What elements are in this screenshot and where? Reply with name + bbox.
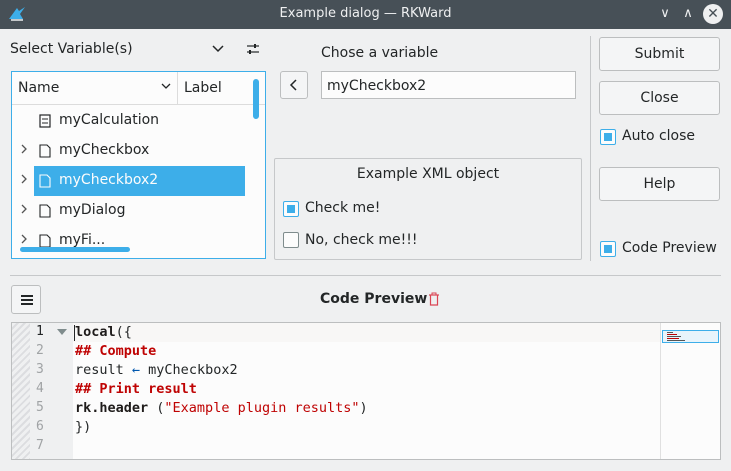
line-number: 3	[36, 362, 44, 377]
chose-variable-label: Chose a variable	[321, 45, 439, 61]
vertical-scrollbar[interactable]	[253, 79, 259, 119]
variable-tree[interactable]: Name Label myCalculation myCheckbox myCh…	[11, 71, 266, 259]
close-window-icon[interactable]: ✕	[703, 4, 723, 24]
line-number: 2	[36, 343, 44, 358]
help-button[interactable]: Help	[599, 167, 720, 201]
expand-arrow-icon[interactable]	[20, 233, 28, 248]
filter-settings-icon[interactable]	[245, 41, 261, 57]
code-line-3: result ← myCheckbox2	[75, 362, 238, 378]
tree-item-label: myCheckbox2	[59, 172, 159, 188]
submit-button[interactable]: Submit	[599, 37, 720, 71]
calculation-icon	[39, 114, 51, 128]
close-button[interactable]: Close	[599, 81, 720, 115]
check-me-checkbox[interactable]	[283, 201, 299, 217]
horizontal-divider	[10, 275, 721, 276]
minimap-line	[667, 332, 673, 333]
tree-item-label: myCheckbox	[59, 142, 150, 158]
trash-icon[interactable]	[428, 292, 440, 306]
window-title: Example dialog — RKWard	[279, 6, 452, 21]
horizontal-scrollbar[interactable]	[20, 247, 130, 252]
window-titlebar: Example dialog — RKWard ∨ ∧ ✕	[0, 0, 731, 29]
code-line-4: ## Print result	[75, 381, 197, 397]
line-number: 6	[36, 419, 44, 434]
editor-gutter: 1 2 3 4 5 6 7	[12, 323, 73, 459]
code-editor[interactable]: 1 2 3 4 5 6 7 local({ ## Compute result …	[11, 322, 721, 460]
document-icon	[39, 204, 51, 218]
tree-item-label: myFi...	[59, 232, 106, 248]
column-header-name[interactable]: Name	[18, 80, 59, 96]
chevron-down-icon[interactable]	[211, 42, 225, 56]
current-line-highlight	[73, 323, 660, 342]
check-me-label[interactable]: Check me!	[305, 200, 380, 216]
document-icon	[39, 144, 51, 158]
minimap-line	[667, 334, 677, 335]
code-line-6: })	[75, 419, 92, 435]
select-variable-button[interactable]	[280, 71, 308, 99]
expand-arrow-icon[interactable]	[20, 143, 28, 158]
tree-item[interactable]: myDialog	[12, 196, 252, 226]
tree-item[interactable]: myCheckbox	[12, 136, 252, 166]
tree-header: Name Label	[12, 72, 265, 105]
code-minimap[interactable]	[660, 323, 720, 459]
code-line-2: ## Compute	[75, 343, 157, 359]
no-check-me-checkbox[interactable]	[283, 232, 299, 248]
maximize-icon[interactable]: ∧	[679, 5, 697, 23]
select-variables-label: Select Variable(s)	[10, 41, 133, 57]
tree-item-label: myDialog	[59, 202, 126, 218]
code-preview-checkbox[interactable]	[600, 241, 616, 257]
minimap-line	[667, 340, 685, 341]
tree-item[interactable]: myCalculation	[12, 106, 252, 136]
expand-arrow-icon[interactable]	[20, 203, 28, 218]
auto-close-label[interactable]: Auto close	[622, 128, 695, 144]
column-header-label[interactable]: Label	[184, 80, 222, 96]
code-preview-label[interactable]: Code Preview	[622, 240, 717, 256]
hamburger-menu-button[interactable]	[11, 285, 41, 314]
tree-item-selected[interactable]: myCheckbox2	[12, 166, 252, 196]
minimize-icon[interactable]: ∨	[656, 5, 674, 23]
line-number: 7	[36, 438, 44, 453]
gutter-stripes	[12, 323, 30, 459]
vertical-divider	[590, 36, 591, 261]
expand-arrow-icon[interactable]	[20, 173, 28, 188]
fold-arrow-icon[interactable]	[57, 329, 67, 335]
column-separator	[177, 72, 178, 105]
no-check-me-label[interactable]: No, check me!!!	[305, 232, 417, 248]
group-title: Example XML object	[356, 166, 500, 182]
minimap-line	[667, 338, 679, 339]
line-number: 1	[36, 324, 44, 339]
minimap-line	[667, 336, 681, 337]
sort-chevron-icon[interactable]	[160, 80, 172, 95]
line-number: 4	[36, 381, 44, 396]
document-icon	[39, 174, 51, 188]
auto-close-checkbox[interactable]	[600, 129, 616, 145]
variable-slot-input[interactable]: myCheckbox2	[321, 71, 576, 99]
code-line-1: local({	[75, 324, 132, 340]
code-line-5: rk.header ("Example plugin results")	[75, 400, 368, 416]
code-preview-title: Code Preview	[320, 291, 428, 307]
line-number: 5	[36, 400, 44, 415]
tree-item-label: myCalculation	[59, 112, 160, 128]
document-icon	[39, 234, 51, 248]
